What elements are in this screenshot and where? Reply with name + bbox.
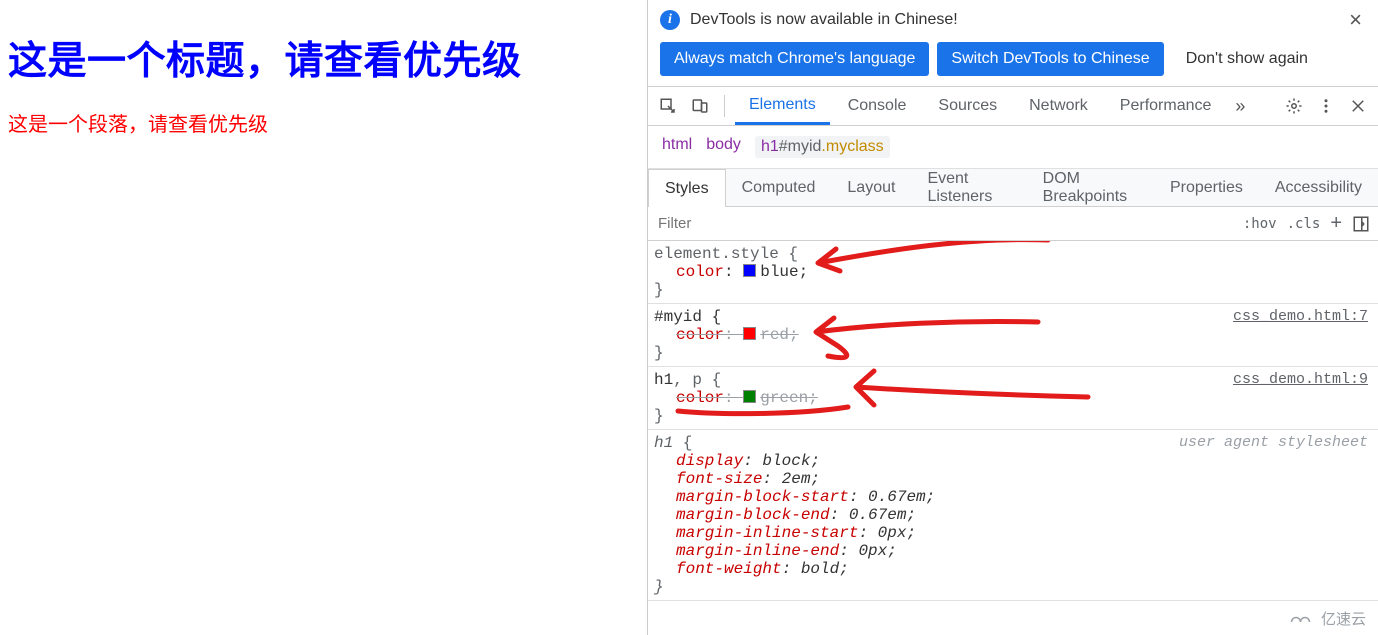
ua-val-1: 2em <box>782 470 811 488</box>
switch-chinese-button[interactable]: Switch DevTools to Chinese <box>937 42 1163 76</box>
more-tabs-icon[interactable]: » <box>1229 96 1251 117</box>
devtools-panel: i DevTools is now available in Chinese! … <box>647 0 1378 635</box>
kebab-icon[interactable] <box>1312 92 1340 120</box>
computed-toggle-icon[interactable] <box>1352 215 1370 233</box>
crumb-id: #myid <box>779 138 822 155</box>
watermark-text: 亿速云 <box>1321 608 1366 629</box>
crumb-tag: h1 <box>761 138 779 155</box>
device-toggle-icon[interactable] <box>686 92 714 120</box>
tab-elements[interactable]: Elements <box>735 87 830 125</box>
subtab-computed[interactable]: Computed <box>726 169 832 206</box>
ua-prop-3: margin-block-end <box>676 506 830 524</box>
rule1-val: red <box>760 326 789 344</box>
swatch-blue[interactable] <box>743 264 756 277</box>
ua-val-6: bold <box>801 560 839 578</box>
rule2-sel-strong: h1 <box>654 371 673 389</box>
rule-ua-h1: user agent stylesheet h1 { display: bloc… <box>648 430 1378 601</box>
close-devtools-icon[interactable] <box>1344 92 1372 120</box>
ua-prop-6: font-weight <box>676 560 782 578</box>
ua-prop-1: font-size <box>676 470 762 488</box>
ua-note: user agent stylesheet <box>1179 434 1368 451</box>
new-rule-icon[interactable]: + <box>1330 212 1342 235</box>
rule0-prop: color <box>676 263 724 281</box>
rule2-val: green <box>760 389 808 407</box>
rule1-prop: color <box>676 326 724 344</box>
ua-val-3: 0.67em <box>849 506 907 524</box>
swatch-red[interactable] <box>743 327 756 340</box>
rule0-val: blue <box>760 263 798 281</box>
ua-prop-4: margin-inline-start <box>676 524 858 542</box>
subtab-a11y[interactable]: Accessibility <box>1259 169 1378 206</box>
cls-toggle[interactable]: .cls <box>1287 216 1321 232</box>
devtools-tab-bar: Elements Console Sources Network Perform… <box>648 86 1378 126</box>
dont-show-again-button[interactable]: Don't show again <box>1172 42 1322 76</box>
rule2-prop: color <box>676 389 724 407</box>
ua-prop-5: margin-inline-end <box>676 542 839 560</box>
ua-val-5: 0px <box>858 542 887 560</box>
rule-element-style[interactable]: element.style { color: blue; } <box>648 241 1378 304</box>
tab-performance[interactable]: Performance <box>1106 87 1226 125</box>
rule3-selector: h1 <box>654 434 673 452</box>
filter-input[interactable] <box>656 211 1233 236</box>
separator <box>724 95 725 117</box>
subtab-layout[interactable]: Layout <box>831 169 911 206</box>
ua-val-0: block <box>762 452 810 470</box>
rule-h1p[interactable]: css_demo.html:9 h1, p { color: green; } <box>648 367 1378 430</box>
swatch-green[interactable] <box>743 390 756 403</box>
gear-icon[interactable] <box>1280 92 1308 120</box>
notice-text: DevTools is now available in Chinese! <box>690 11 958 29</box>
subtab-listeners[interactable]: Event Listeners <box>911 169 1026 206</box>
page-heading: 这是一个标题，请查看优先级 <box>8 30 639 86</box>
source-link-2[interactable]: css_demo.html:9 <box>1233 371 1368 388</box>
ua-val-4: 0px <box>878 524 907 542</box>
filter-bar: :hov .cls + <box>648 207 1378 241</box>
css-rules: element.style { color: blue; } css_demo.… <box>648 241 1378 601</box>
crumb-class: .myclass <box>821 138 883 155</box>
subtab-styles[interactable]: Styles <box>648 169 726 207</box>
rule1-selector: #myid <box>654 308 702 326</box>
styles-tab-bar: Styles Computed Layout Event Listeners D… <box>648 169 1378 207</box>
language-buttons: Always match Chrome's language Switch De… <box>648 40 1378 86</box>
rule-myid[interactable]: css_demo.html:7 #myid { color: red; } <box>648 304 1378 367</box>
subtab-props[interactable]: Properties <box>1154 169 1259 206</box>
info-icon: i <box>660 10 680 30</box>
ua-val-2: 0.67em <box>868 488 926 506</box>
ua-prop-2: margin-block-start <box>676 488 849 506</box>
rule0-selector: element.style <box>654 245 779 263</box>
tab-network[interactable]: Network <box>1015 87 1102 125</box>
source-link-1[interactable]: css_demo.html:7 <box>1233 308 1368 325</box>
tab-console[interactable]: Console <box>834 87 921 125</box>
tab-sources[interactable]: Sources <box>924 87 1011 125</box>
crumb-body[interactable]: body <box>706 136 741 158</box>
subtab-dombp[interactable]: DOM Breakpoints <box>1027 169 1154 206</box>
inspect-icon[interactable] <box>654 92 682 120</box>
rule2-sel-rest: , p <box>673 371 702 389</box>
language-notice: i DevTools is now available in Chinese! … <box>648 0 1378 40</box>
crumb-html[interactable]: html <box>662 136 692 158</box>
rendered-page: 这是一个标题，请查看优先级 这是一个段落，请查看优先级 <box>0 0 647 635</box>
hov-toggle[interactable]: :hov <box>1243 216 1277 232</box>
page-paragraph: 这是一个段落，请查看优先级 <box>8 108 639 137</box>
breadcrumb: html body h1#myid.myclass <box>648 126 1378 169</box>
watermark: 亿速云 <box>1287 608 1366 629</box>
ua-prop-0: display <box>676 452 743 470</box>
crumb-selected[interactable]: h1#myid.myclass <box>755 136 890 158</box>
close-icon[interactable]: × <box>1345 7 1366 33</box>
match-language-button[interactable]: Always match Chrome's language <box>660 42 929 76</box>
